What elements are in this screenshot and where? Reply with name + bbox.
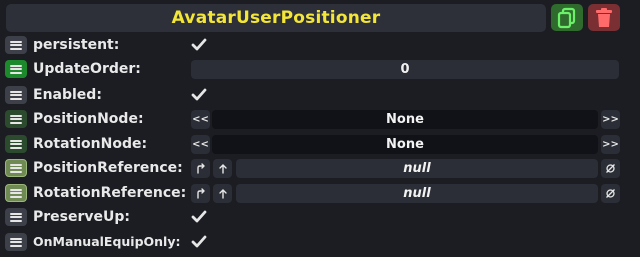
- update-order-input[interactable]: 0: [191, 60, 619, 79]
- on-manual-equip-only-label: OnManualEquipOnly:: [33, 234, 181, 249]
- rotation-reference-up-button[interactable]: [213, 184, 232, 203]
- position-node-next-button[interactable]: >>: [601, 110, 620, 129]
- component-header[interactable]: AvatarUserPositioner: [6, 4, 546, 32]
- row-position-node: PositionNode: << None >>: [0, 108, 640, 130]
- enabled-label: Enabled:: [33, 87, 102, 103]
- drag-handle-icon[interactable]: [5, 159, 27, 177]
- position-node-label: PositionNode:: [33, 111, 144, 127]
- row-position-reference: PositionReference: null: [0, 157, 640, 179]
- update-order-label: UpdateOrder:: [33, 61, 141, 77]
- position-reference-value[interactable]: null: [236, 159, 598, 178]
- rotation-node-prev-button[interactable]: <<: [191, 135, 210, 154]
- drag-handle-icon[interactable]: [5, 184, 27, 202]
- position-reference-clear-button[interactable]: [601, 159, 620, 178]
- rotation-node-next-button[interactable]: >>: [601, 135, 620, 154]
- preserve-up-label: PreserveUp:: [33, 209, 131, 225]
- row-rotation-reference: RotationReference: null: [0, 182, 640, 204]
- position-node-value[interactable]: None: [212, 110, 598, 129]
- clear-null-icon: [606, 164, 615, 173]
- persistent-checkbox[interactable]: [191, 37, 207, 53]
- position-reference-up-button[interactable]: [213, 159, 232, 178]
- rotation-reference-label: RotationReference:: [33, 185, 187, 201]
- checkmark-icon: [191, 88, 207, 101]
- rotation-reference-jump-button[interactable]: [191, 184, 210, 203]
- preserve-up-checkbox[interactable]: [191, 209, 207, 225]
- rotation-reference-value[interactable]: null: [236, 184, 598, 203]
- row-update-order: UpdateOrder: 0: [0, 58, 640, 80]
- checkmark-icon: [191, 235, 207, 248]
- jump-to-icon: [196, 163, 205, 174]
- rotation-reference-clear-button[interactable]: [601, 184, 620, 203]
- delete-button[interactable]: [588, 4, 620, 31]
- persistent-label: persistent:: [33, 37, 120, 53]
- checkmark-icon: [191, 210, 207, 223]
- position-node-prev-button[interactable]: <<: [191, 110, 210, 129]
- row-preserve-up: PreserveUp:: [0, 206, 640, 228]
- arrow-up-icon: [218, 189, 227, 199]
- rotation-node-label: RotationNode:: [33, 136, 148, 152]
- clear-null-icon: [606, 189, 615, 198]
- row-enabled: Enabled:: [0, 84, 640, 106]
- drag-handle-icon[interactable]: [5, 233, 27, 251]
- duplicate-icon: [557, 7, 576, 28]
- drag-handle-icon[interactable]: [5, 110, 27, 128]
- drag-handle-icon[interactable]: [5, 36, 27, 54]
- drag-handle-icon[interactable]: [5, 135, 27, 153]
- duplicate-button[interactable]: [551, 4, 583, 31]
- row-on-manual-equip-only: OnManualEquipOnly:: [0, 231, 640, 253]
- trash-icon: [596, 7, 612, 27]
- drag-handle-icon[interactable]: [5, 60, 27, 78]
- arrow-up-icon: [218, 164, 227, 174]
- position-reference-label: PositionReference:: [33, 160, 183, 176]
- row-rotation-node: RotationNode: << None >>: [0, 133, 640, 155]
- enabled-checkbox[interactable]: [191, 87, 207, 103]
- drag-handle-icon[interactable]: [5, 86, 27, 104]
- row-persistent: persistent:: [0, 34, 640, 56]
- on-manual-equip-only-checkbox[interactable]: [191, 234, 207, 250]
- position-reference-jump-button[interactable]: [191, 159, 210, 178]
- checkmark-icon: [191, 38, 207, 51]
- jump-to-icon: [196, 188, 205, 199]
- rotation-node-value[interactable]: None: [212, 135, 598, 154]
- component-title: AvatarUserPositioner: [171, 8, 381, 28]
- drag-handle-icon[interactable]: [5, 208, 27, 226]
